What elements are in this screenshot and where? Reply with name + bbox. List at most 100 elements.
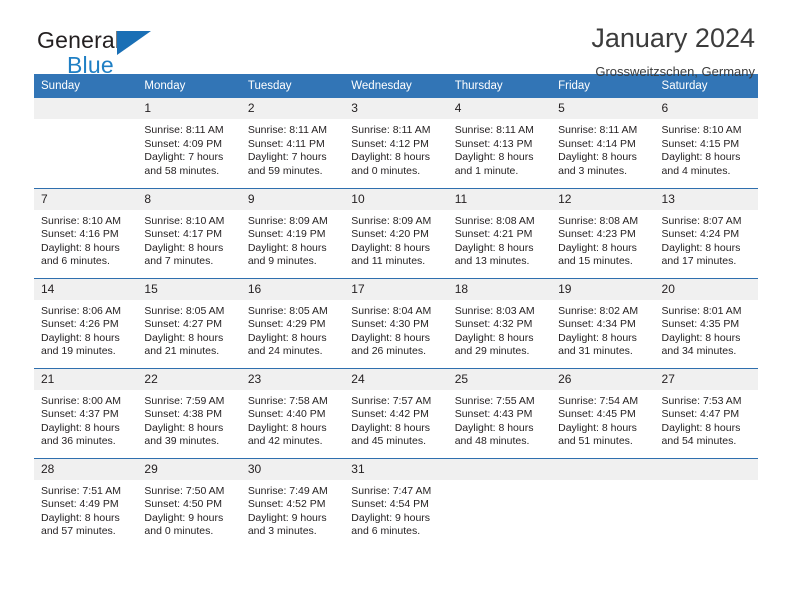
daylight-text-line1: Daylight: 9 hours [144,511,224,524]
day-cell[interactable] [447,457,552,548]
day-cell[interactable]: 27 Sunrise: 7:53 AM Sunset: 4:47 PM Dayl… [654,367,758,458]
day-cell[interactable]: 5 Sunrise: 8:11 AM Sunset: 4:14 PM Dayli… [551,98,655,188]
day-number: 13 [654,188,758,210]
day-number: 14 [34,278,138,300]
day-cell[interactable]: 22 Sunrise: 7:59 AM Sunset: 4:38 PM Dayl… [137,367,241,458]
sunset-text: Sunset: 4:37 PM [41,408,119,421]
sunset-text: Sunset: 4:21 PM [454,228,533,241]
day-cell[interactable] [34,98,138,188]
day-number: 30 [240,458,345,480]
day-number: 2 [240,98,345,119]
daylight-text-line1: Daylight: 8 hours [454,151,534,164]
day-details: Sunrise: 8:11 AM Sunset: 4:13 PM Dayligh… [448,119,551,178]
day-cell[interactable]: 13 Sunrise: 8:07 AM Sunset: 4:24 PM Dayl… [654,187,758,278]
weekday-header-thursday: Thursday [447,74,552,98]
day-details: Sunrise: 8:03 AM Sunset: 4:32 PM Dayligh… [448,300,551,359]
day-details: Sunrise: 8:10 AM Sunset: 4:15 PM Dayligh… [655,119,758,178]
daylight-text-line1: Daylight: 8 hours [661,421,741,434]
day-cell[interactable]: 4 Sunrise: 8:11 AM Sunset: 4:13 PM Dayli… [447,98,552,188]
sunset-text: Sunset: 4:12 PM [351,137,429,150]
sunrise-text: Sunrise: 7:54 AM [558,394,639,407]
sunset-text: Sunset: 4:13 PM [454,137,533,150]
generalblue-logo[interactable]: General Blue [37,29,151,77]
sunset-text: Sunset: 4:49 PM [41,498,119,511]
daylight-text-line2: and 17 minutes. [661,255,737,268]
day-cell[interactable]: 15 Sunrise: 8:05 AM Sunset: 4:27 PM Dayl… [137,277,241,368]
sunset-text: Sunset: 4:50 PM [144,498,223,511]
day-cell[interactable]: 28 Sunrise: 7:51 AM Sunset: 4:49 PM Dayl… [34,457,138,548]
day-details: Sunrise: 8:02 AM Sunset: 4:34 PM Dayligh… [551,300,654,359]
day-number: 6 [654,98,758,119]
day-cell[interactable]: 19 Sunrise: 8:02 AM Sunset: 4:34 PM Dayl… [551,277,655,368]
sunset-text: Sunset: 4:24 PM [661,228,740,241]
daylight-text-line1: Daylight: 8 hours [351,331,431,344]
day-cell[interactable] [654,457,758,548]
sunrise-text: Sunrise: 8:11 AM [144,124,224,136]
page-subtitle: Grossweitzschen, Germany [595,63,755,79]
day-number: 28 [34,458,138,480]
day-cell[interactable]: 26 Sunrise: 7:54 AM Sunset: 4:45 PM Dayl… [551,367,655,458]
daylight-text-line2: and 15 minutes. [558,255,633,268]
day-cell[interactable]: 8 Sunrise: 8:10 AM Sunset: 4:17 PM Dayli… [137,187,241,278]
sunset-text: Sunset: 4:30 PM [351,318,429,331]
day-cell[interactable]: 14 Sunrise: 8:06 AM Sunset: 4:26 PM Dayl… [34,277,138,368]
day-cell[interactable]: 1 Sunrise: 8:11 AM Sunset: 4:09 PM Dayli… [137,98,241,188]
sunrise-text: Sunrise: 7:59 AM [144,394,225,407]
day-cell[interactable]: 9 Sunrise: 8:09 AM Sunset: 4:19 PM Dayli… [240,187,345,278]
day-number [551,458,655,480]
day-number: 26 [551,368,655,390]
daylight-text-line2: and 6 minutes. [351,525,421,538]
daylight-text-line2: and 3 minutes. [247,525,317,538]
daylight-text-line2: and 0 minutes. [144,525,214,538]
daylight-text-line1: Daylight: 8 hours [454,241,534,254]
daylight-text-line2: and 3 minutes. [558,164,627,177]
day-details: Sunrise: 7:55 AM Sunset: 4:43 PM Dayligh… [448,390,551,449]
sunrise-text: Sunrise: 8:07 AM [661,214,742,227]
day-cell[interactable]: 31 Sunrise: 7:47 AM Sunset: 4:54 PM Dayl… [344,457,448,548]
day-cell[interactable]: 18 Sunrise: 8:03 AM Sunset: 4:32 PM Dayl… [447,277,552,368]
day-cell[interactable]: 25 Sunrise: 7:55 AM Sunset: 4:43 PM Dayl… [447,367,552,458]
daylight-text-line2: and 4 minutes. [661,164,731,177]
day-number: 31 [344,458,448,480]
day-cell[interactable]: 2 Sunrise: 8:11 AM Sunset: 4:11 PM Dayli… [240,98,345,188]
daylight-text-line2: and 9 minutes. [247,255,317,268]
sunset-text: Sunset: 4:54 PM [351,498,429,511]
day-cell[interactable]: 16 Sunrise: 8:05 AM Sunset: 4:29 PM Dayl… [240,277,345,368]
sunrise-text: Sunrise: 8:08 AM [558,214,639,227]
day-number [447,458,552,480]
day-cell[interactable]: 20 Sunrise: 8:01 AM Sunset: 4:35 PM Dayl… [654,277,758,368]
sunrise-text: Sunrise: 8:00 AM [41,394,121,407]
sunset-text: Sunset: 4:14 PM [558,137,636,150]
day-cell[interactable] [551,457,655,548]
calendar-week-row: 7 Sunrise: 8:10 AM Sunset: 4:16 PM Dayli… [34,187,758,278]
daylight-text-line2: and 29 minutes. [454,345,530,358]
sunrise-text: Sunrise: 8:11 AM [454,124,534,136]
day-cell[interactable]: 17 Sunrise: 8:04 AM Sunset: 4:30 PM Dayl… [344,277,448,368]
daylight-text-line2: and 36 minutes. [41,435,116,448]
day-cell[interactable]: 29 Sunrise: 7:50 AM Sunset: 4:50 PM Dayl… [137,457,241,548]
day-cell[interactable]: 10 Sunrise: 8:09 AM Sunset: 4:20 PM Dayl… [344,187,448,278]
day-cell[interactable]: 21 Sunrise: 8:00 AM Sunset: 4:37 PM Dayl… [34,367,138,458]
sunset-text: Sunset: 4:29 PM [247,318,326,331]
day-cell[interactable]: 24 Sunrise: 7:57 AM Sunset: 4:42 PM Dayl… [344,367,448,458]
sunrise-text: Sunrise: 8:09 AM [351,214,432,227]
daylight-text-line1: Daylight: 8 hours [247,241,327,254]
day-cell[interactable]: 11 Sunrise: 8:08 AM Sunset: 4:21 PM Dayl… [447,187,552,278]
sunset-text: Sunset: 4:35 PM [661,318,740,331]
daylight-text-line1: Daylight: 8 hours [661,331,741,344]
day-cell[interactable]: 3 Sunrise: 8:11 AM Sunset: 4:12 PM Dayli… [344,98,448,188]
calendar-week-row: 28 Sunrise: 7:51 AM Sunset: 4:49 PM Dayl… [34,457,758,548]
sunrise-text: Sunrise: 8:03 AM [454,304,535,317]
blue-triangle-flag-icon [117,31,151,55]
day-cell[interactable]: 30 Sunrise: 7:49 AM Sunset: 4:52 PM Dayl… [240,457,345,548]
sunrise-text: Sunrise: 8:05 AM [144,304,225,317]
day-cell[interactable]: 7 Sunrise: 8:10 AM Sunset: 4:16 PM Dayli… [34,187,138,278]
day-cell[interactable]: 12 Sunrise: 8:08 AM Sunset: 4:23 PM Dayl… [551,187,655,278]
daylight-text-line2: and 11 minutes. [351,255,426,268]
day-cell[interactable]: 23 Sunrise: 7:58 AM Sunset: 4:40 PM Dayl… [240,367,345,458]
daylight-text-line2: and 21 minutes. [144,345,220,358]
day-details: Sunrise: 7:53 AM Sunset: 4:47 PM Dayligh… [655,390,758,449]
day-cell[interactable]: 6 Sunrise: 8:10 AM Sunset: 4:15 PM Dayli… [654,98,758,188]
sunset-text: Sunset: 4:20 PM [351,228,429,241]
day-details: Sunrise: 7:50 AM Sunset: 4:50 PM Dayligh… [137,480,240,539]
